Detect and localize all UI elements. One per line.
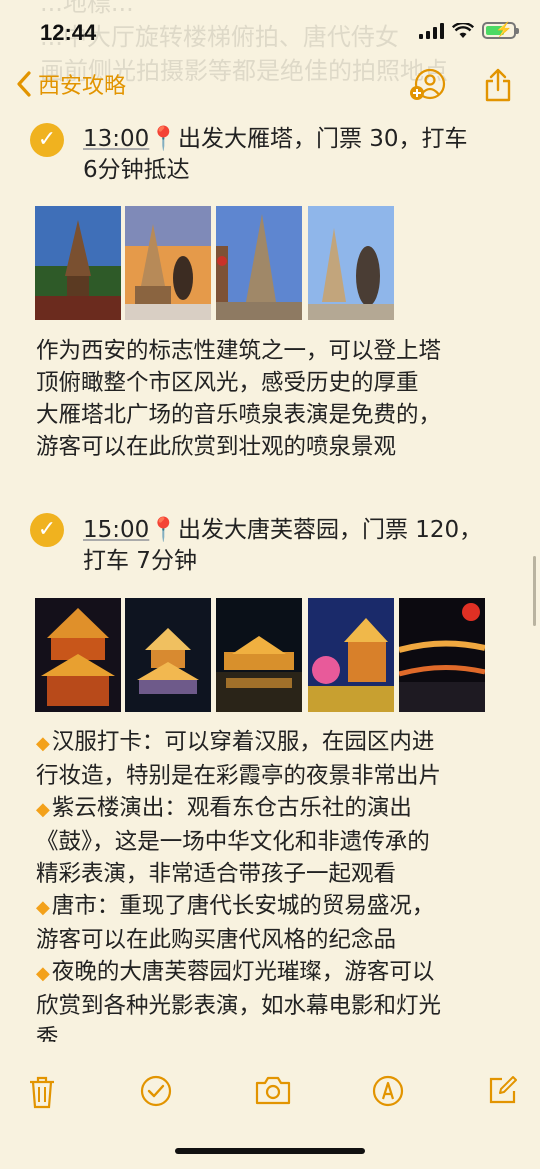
bullet-line: ◆夜晚的大唐芙蓉园灯光璀璨，游客可以 — [36, 959, 435, 985]
bullet-line: ◆唐市：重现了唐代长安城的贸易盛况， — [36, 893, 435, 919]
photo-night-corridor[interactable] — [399, 598, 485, 712]
photo-night-lantern-show[interactable] — [308, 598, 394, 712]
entry-heading: 13:00📍出发大雁塔，门票 30，打车 6分钟抵达 — [83, 124, 513, 186]
bullet-line: 欣赏到各种光影表演，如水幕电影和灯光 — [36, 993, 442, 1019]
bullet-line: 秀 — [36, 1025, 59, 1042]
entry-heading: 15:00📍出发大唐芙蓉园，门票 120， 打车 7分钟 — [83, 515, 513, 577]
cellular-signal-icon — [419, 22, 444, 39]
share-icon[interactable] — [484, 68, 512, 102]
photo-pagoda-1[interactable] — [35, 206, 121, 320]
photo-night-palace-reflection[interactable] — [216, 598, 302, 712]
diamond-bullet-icon: ◆ — [36, 897, 50, 918]
bullet-line: 《鼓》，这是一场中华文化和非遗传承的 — [36, 829, 430, 855]
wifi-icon — [452, 22, 474, 38]
scrollbar[interactable] — [533, 556, 536, 626]
photo-pagoda-statue[interactable] — [308, 206, 394, 320]
diamond-bullet-icon: ◆ — [36, 733, 50, 754]
entry-time: 15:00 — [83, 517, 150, 543]
home-indicator[interactable] — [175, 1148, 365, 1154]
battery-icon: ⚡ — [482, 21, 519, 39]
checklist-checkbox[interactable]: ✓ — [30, 123, 64, 157]
pin-icon: 📍 — [149, 126, 178, 152]
add-person-icon[interactable] — [408, 68, 446, 102]
photo-pagoda-2[interactable] — [216, 206, 302, 320]
camera-icon[interactable] — [255, 1075, 291, 1105]
bullet-line: ◆紫云楼演出：观看东仓古乐社的演出 — [36, 795, 412, 821]
navigation-bar: 西安攻略 — [0, 62, 540, 110]
checklist-icon[interactable] — [140, 1075, 172, 1107]
entry-bullet-list: ◆汉服打卡：可以穿着汉服，在园区内进 行妆造，特别是在彩霞亭的夜景非常出片 ◆紫… — [36, 726, 516, 1042]
diamond-bullet-icon: ◆ — [36, 963, 50, 984]
photo-night-pavilion-2[interactable] — [125, 598, 211, 712]
photo-pagoda-statue-sunset[interactable] — [125, 206, 211, 320]
bullet-line: ◆汉服打卡：可以穿着汉服，在园区内进 — [36, 729, 435, 755]
entry-description: 作为西安的标志性建筑之一，可以登上塔 顶俯瞰整个市区风光，感受历史的厚重 大雁塔… — [36, 338, 442, 460]
status-bar: 12:44 ⚡ — [0, 0, 540, 62]
bottom-toolbar — [0, 1075, 540, 1125]
bullet-line: 行妆造，特别是在彩霞亭的夜景非常出片 — [36, 763, 442, 789]
trash-icon[interactable] — [28, 1075, 56, 1109]
pin-icon: 📍 — [149, 517, 178, 543]
back-button[interactable]: 西安攻略 — [16, 68, 126, 100]
entry-title-line2: 打车 7分钟 — [83, 548, 197, 574]
chevron-left-icon — [17, 71, 31, 97]
entry-time: 13:00 — [83, 126, 150, 152]
compose-icon[interactable] — [488, 1075, 518, 1105]
bullet-line: 精彩表演，非常适合带孩子一起观看 — [36, 861, 397, 887]
bullet-line: 游客可以在此购买唐代风格的纪念品 — [36, 927, 397, 953]
entry-title-line2: 6分钟抵达 — [83, 157, 190, 183]
checklist-checkbox[interactable]: ✓ — [30, 513, 64, 547]
diamond-bullet-icon: ◆ — [36, 799, 50, 820]
photo-night-pavilion-1[interactable] — [35, 598, 121, 712]
entry-title: 出发大唐芙蓉园，门票 120， — [177, 517, 483, 543]
status-time: 12:44 — [40, 20, 97, 45]
entry-title: 出发大雁塔，门票 30，打车 — [177, 126, 468, 152]
markup-icon[interactable] — [372, 1075, 404, 1107]
status-icons: ⚡ — [419, 21, 519, 39]
back-label: 西安攻略 — [38, 74, 127, 99]
